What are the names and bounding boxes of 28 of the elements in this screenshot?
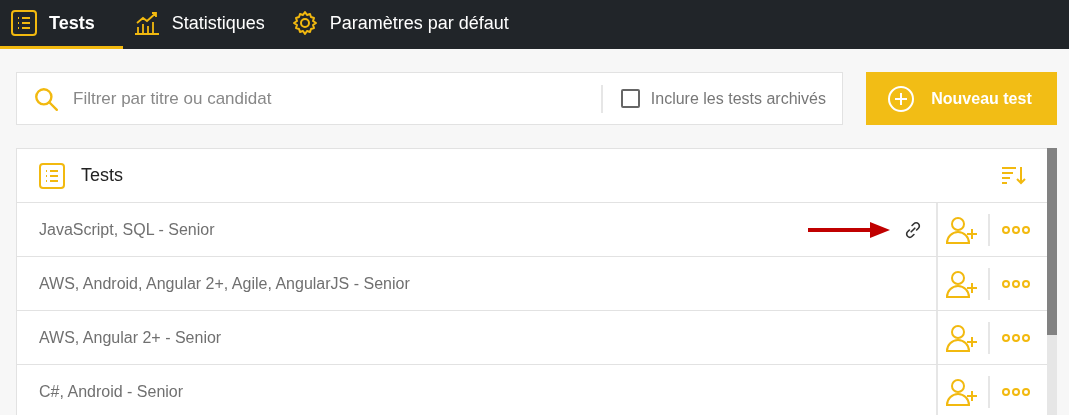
sort-icon[interactable] <box>1001 165 1027 186</box>
more-icon[interactable] <box>1002 225 1030 234</box>
add-user-icon[interactable] <box>946 269 980 298</box>
checkbox[interactable] <box>620 89 640 108</box>
nav-tab[interactable]: Paramètres par défaut <box>280 0 525 49</box>
archived-checkbox[interactable]: Inclure les tests archivés <box>614 89 842 108</box>
nav-tab[interactable]: Statistiques <box>122 0 281 49</box>
filter-field[interactable]: Filtrer par titre ou candidat Inclure les tests archivés <box>16 72 843 125</box>
nav-tab[interactable]: Tests <box>0 0 123 49</box>
test-title[interactable]: AWS, Android, Angular 2+, Agile, AngularJS - Senior <box>39 274 922 293</box>
more-icon[interactable] <box>1002 387 1030 396</box>
link-icon[interactable] <box>904 220 922 239</box>
scrollbar[interactable] <box>1047 148 1057 415</box>
add-user-icon[interactable] <box>946 323 980 352</box>
search-icon <box>33 85 59 112</box>
add-user-icon[interactable] <box>946 215 980 244</box>
test-title[interactable]: AWS, Angular 2+ - Senior <box>39 328 922 347</box>
more-icon[interactable] <box>1002 333 1030 342</box>
test-title[interactable]: JavaScript, SQL - Senior <box>39 220 808 239</box>
test-title[interactable]: C#, Android - Senior <box>39 382 922 401</box>
panel-title: Tests <box>81 165 124 186</box>
add-user-icon[interactable] <box>946 377 980 406</box>
list-icon <box>11 10 37 36</box>
chart-icon <box>133 10 160 36</box>
list-icon <box>39 162 65 189</box>
plus-circle-icon <box>887 84 916 113</box>
settings-icon <box>291 10 318 36</box>
more-icon[interactable] <box>1002 279 1030 288</box>
